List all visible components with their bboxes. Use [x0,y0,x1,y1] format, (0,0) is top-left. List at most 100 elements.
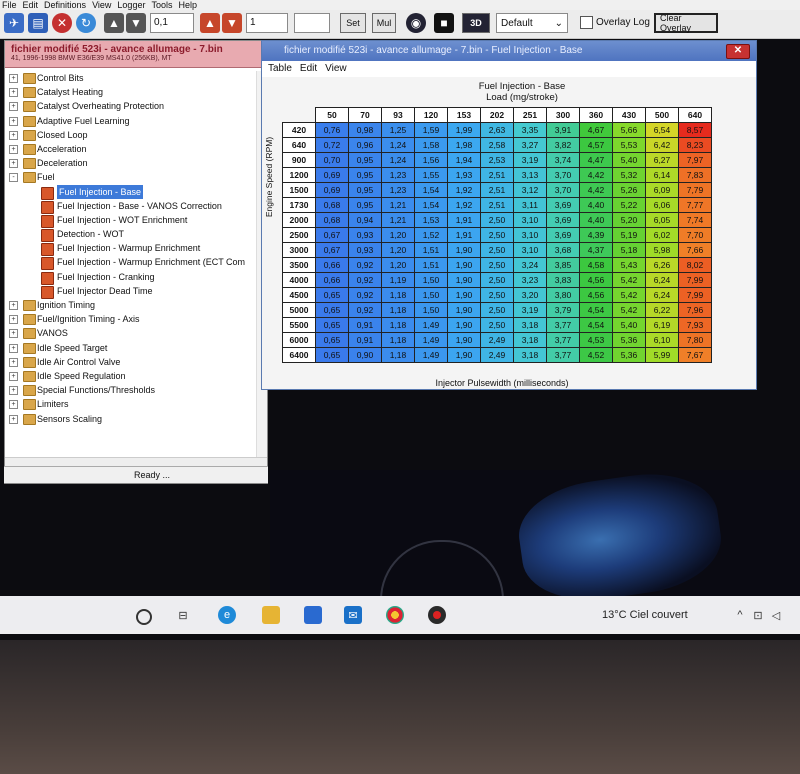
table-cell[interactable]: 0,68 [315,212,349,228]
tree-category-item[interactable]: + Idle Air Control Valve [5,355,267,369]
table-cell[interactable]: 1,18 [381,287,415,303]
row-header[interactable]: 6400 [282,347,316,363]
table-cell[interactable]: 5,26 [612,182,646,198]
tree-category-item[interactable]: + Ignition Timing [5,298,267,312]
table-cell[interactable]: 3,77 [546,317,580,333]
table-cell[interactable]: 1,49 [414,332,448,348]
table-cell[interactable]: 7,66 [678,242,712,258]
table-cell[interactable]: 3,68 [546,242,580,258]
table-cell[interactable]: 6,19 [645,317,679,333]
table-cell[interactable]: 1,50 [414,272,448,288]
row-header[interactable]: 420 [282,122,316,138]
tuner-app-icon[interactable] [428,606,446,624]
table-cell[interactable]: 6,10 [645,332,679,348]
row-header[interactable]: 3500 [282,257,316,273]
table-cell[interactable]: 5,36 [612,332,646,348]
table-cell[interactable]: 0,95 [348,182,382,198]
3d-button[interactable]: 3D [462,13,490,33]
tree-table-item[interactable]: Fuel Injection - Base - VANOS Correction [5,199,267,214]
table-cell[interactable]: 5,42 [612,272,646,288]
table-cell[interactable]: 1,94 [447,152,481,168]
tree-table-item[interactable]: Fuel Injection - Warmup Enrichment (ECT … [5,255,267,271]
tree-table-item[interactable]: Detection - WOT [5,227,267,243]
column-header[interactable]: 430 [612,107,646,123]
table-cell[interactable]: 0,95 [348,197,382,213]
table-cell[interactable]: 0,91 [348,332,382,348]
column-header[interactable]: 360 [579,107,613,123]
table-cell[interactable]: 3,91 [546,122,580,138]
table-cell[interactable]: 1,50 [414,302,448,318]
expand-icon[interactable]: + [9,74,18,83]
table-cell[interactable]: 3,70 [546,167,580,183]
table-cell[interactable]: 3,74 [546,152,580,168]
table-cell[interactable]: 2,50 [480,212,514,228]
tree-category-item[interactable]: + Closed Loop [5,128,267,142]
show-hidden-icons-chevron[interactable]: ^ [734,606,746,624]
table-cell[interactable]: 1,58 [414,137,448,153]
table-cell[interactable]: 1,90 [447,242,481,258]
tree-category-item[interactable]: + Catalyst Overheating Protection [5,99,267,113]
table-cell[interactable]: 5,18 [612,242,646,258]
table-cell[interactable]: 1,24 [381,137,415,153]
table-cell[interactable]: 7,79 [678,182,712,198]
menu-logger[interactable]: Logger [117,0,145,10]
table-cell[interactable]: 3,10 [513,242,547,258]
expand-icon[interactable]: + [9,357,18,367]
table-cell[interactable]: 5,22 [612,197,646,213]
table-cell[interactable]: 6,26 [645,257,679,273]
table-cell[interactable]: 3,19 [513,302,547,318]
table-cell[interactable]: 0,67 [315,227,349,243]
store-icon[interactable] [304,606,322,624]
tree-table-item[interactable]: Fuel Injection - Cranking [5,270,267,285]
table-cell[interactable]: 3,69 [546,197,580,213]
table-cell[interactable]: 1,23 [381,182,415,198]
table-cell[interactable]: 0,67 [315,242,349,258]
table-cell[interactable]: 5,43 [612,257,646,273]
table-cell[interactable]: 5,98 [645,242,679,258]
table-cell[interactable]: 1,90 [447,302,481,318]
table-cell[interactable]: 3,13 [513,167,547,183]
table-cell[interactable]: 1,90 [447,332,481,348]
table-cell[interactable]: 0,92 [348,257,382,273]
table-cell[interactable]: 2,49 [480,347,514,363]
file-explorer-icon[interactable] [262,606,280,624]
tree-category-item[interactable]: + Idle Speed Target [5,341,267,355]
table-cell[interactable]: 1,91 [447,212,481,228]
expand-icon[interactable]: + [9,130,18,140]
tree-table-item[interactable]: Fuel Injector Dead Time [5,284,267,299]
table-cell[interactable]: 1,19 [381,272,415,288]
expand-icon[interactable]: + [9,88,18,98]
table-menu-edit[interactable]: Edit [300,61,317,76]
table-cell[interactable]: 2,53 [480,152,514,168]
search-icon[interactable] [136,609,152,625]
table-cell[interactable]: 6,22 [645,302,679,318]
table-cell[interactable]: 2,63 [480,122,514,138]
collapse-icon[interactable]: - [9,173,18,183]
table-cell[interactable]: 5,53 [612,137,646,153]
table-cell[interactable]: 5,19 [612,227,646,243]
table-cell[interactable]: 6,09 [645,182,679,198]
table-cell[interactable]: 1,25 [381,122,415,138]
tree-table-item[interactable]: Fuel Injection - Warmup Enrichment [5,241,267,257]
table-cell[interactable]: 0,96 [348,137,382,153]
menu-file[interactable]: File [2,0,17,10]
row-header[interactable]: 640 [282,137,316,153]
table-cell[interactable]: 4,39 [579,227,613,243]
row-header[interactable]: 5000 [282,302,316,318]
table-cell[interactable]: 2,50 [480,227,514,243]
table-cell[interactable]: 3,79 [546,302,580,318]
column-header[interactable]: 202 [480,107,514,123]
row-header[interactable]: 5500 [282,317,316,333]
column-header[interactable]: 93 [381,107,415,123]
tree-category-item[interactable]: + Catalyst Heating [5,85,267,99]
table-cell[interactable]: 4,47 [579,152,613,168]
table-cell[interactable]: 3,27 [513,137,547,153]
close-window-button[interactable]: ✕ [726,44,750,59]
row-header[interactable]: 3000 [282,242,316,258]
table-cell[interactable]: 2,58 [480,137,514,153]
table-cell[interactable]: 0,90 [348,347,382,363]
clear-overlay-button[interactable]: Clear Overlay [654,13,718,33]
table-cell[interactable]: 6,05 [645,212,679,228]
table-cell[interactable]: 1,51 [414,257,448,273]
row-header[interactable]: 1500 [282,182,316,198]
